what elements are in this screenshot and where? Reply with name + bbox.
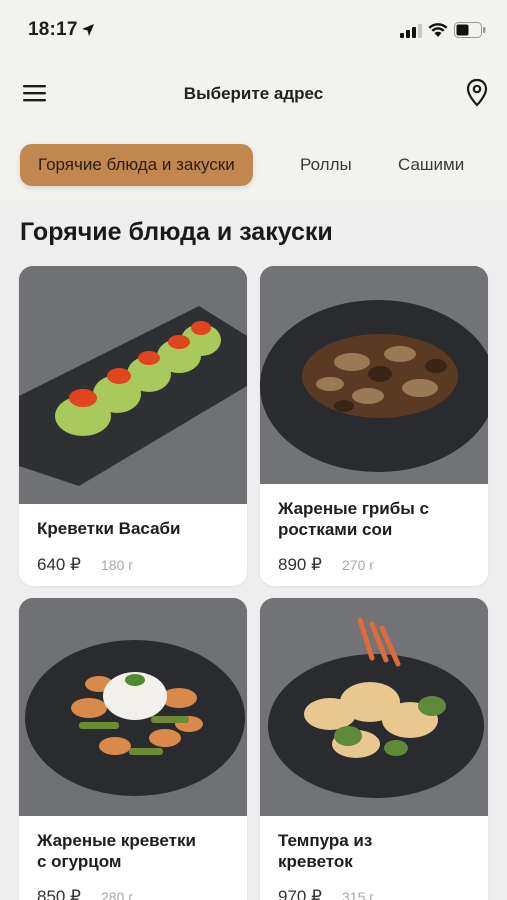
wifi-icon [428,22,448,43]
product-price: 850 ₽ [37,887,81,900]
tab-hot-dishes[interactable]: Горячие блюда и закуски [20,144,253,186]
tab-sashimi[interactable]: Сашими [398,144,464,186]
shrimp-tempura-dish-image [260,598,488,816]
product-name-line1: Жареные грибы с [278,499,429,518]
product-card[interactable]: Жареные креветки с огурцом 850 ₽ 280 г [19,598,247,900]
product-name-line2: ростками сои [278,520,393,539]
status-time: 18:17 [28,19,78,40]
product-card[interactable]: Жареные грибы с ростками сои 890 ₽ 270 г [260,266,488,586]
fried-shrimp-cucumber-dish-image [19,598,247,816]
fried-mushrooms-dish-image [260,266,488,484]
section-title: Горячие блюда и закуски [20,218,333,246]
cellular-signal-icon [400,24,422,43]
product-name-line2: с огурцом [37,852,122,871]
product-weight: 270 г [342,557,375,573]
product-card[interactable]: Темпура из креветок 970 ₽ 315 г [260,598,488,900]
shrimp-wasabi-dish-image [19,266,247,504]
product-card[interactable]: Креветки Васаби 640 ₽ 180 г [19,266,247,586]
location-pin-icon[interactable] [464,78,490,113]
product-name: Креветки Васаби [37,519,181,538]
product-price: 970 ₽ [278,887,322,900]
status-bar: 18:17 [0,0,507,62]
address-selector[interactable]: Выберите адрес [0,84,507,104]
product-weight: 180 г [101,557,134,573]
product-name-line1: Жареные креветки [37,831,196,850]
category-tabs: Горячие блюда и закуски Роллы Сашими [0,140,507,190]
location-arrow-icon [80,22,96,43]
battery-icon [454,22,486,43]
product-name-line1: Темпура из [278,831,373,850]
product-price: 640 ₽ [37,555,81,574]
product-weight: 280 г [101,889,134,900]
product-weight: 315 г [342,889,375,900]
tab-rolls[interactable]: Роллы [300,144,352,186]
app-header: Выберите адрес [0,62,507,128]
product-name-line2: креветок [278,852,353,871]
product-price: 890 ₽ [278,555,322,574]
